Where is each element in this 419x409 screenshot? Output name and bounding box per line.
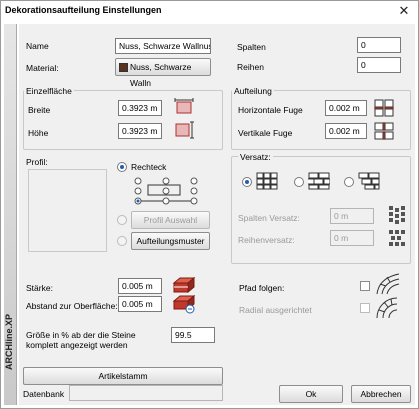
vertikale-fuge-field[interactable]: 0.002 m	[325, 123, 367, 139]
reihen-field[interactable]: 0	[357, 57, 401, 73]
material-value: Nuss, Schwarze Walln	[130, 62, 192, 88]
versatz-row-radio[interactable]	[294, 177, 304, 187]
name-field[interactable]: Nuss, Schwarze Wallnuss	[115, 38, 211, 54]
reihen-label: Reihen	[237, 62, 264, 72]
height-dimension-icon	[175, 121, 194, 139]
aufteilung-title: Aufteilung	[232, 86, 274, 96]
versatz-group: Versatz: Spalten Versatz: 0 m Reihenvers…	[231, 152, 411, 264]
breite-label: Breite	[28, 105, 51, 115]
close-icon[interactable]: ✕	[396, 3, 412, 19]
hoehe-field[interactable]: 0.3923 m	[118, 123, 162, 139]
column-offset-icon	[389, 206, 405, 224]
staerke-label: Stärke:	[26, 283, 53, 293]
material-button[interactable]: Nuss, Schwarze Walln	[115, 58, 211, 88]
artikelstamm-button[interactable]: Artikelstamm	[23, 367, 223, 385]
breite-field[interactable]: 0.3923 m	[118, 100, 162, 116]
name-label: Name	[26, 41, 49, 51]
horizontal-joint-icon	[374, 99, 394, 117]
abstand-label: Abstand zur Oberfläche:	[26, 301, 118, 311]
grid-aligned-icon	[256, 172, 278, 190]
spalten-versatz-label: Spalten Versatz:	[238, 213, 300, 223]
reihen-versatz-label: Reihenversatz:	[238, 235, 295, 245]
pfad-folgen-checkbox[interactable]	[360, 281, 370, 291]
alignment-grid-icon[interactable]	[132, 177, 200, 205]
pfad-folgen-label: Pfad folgen:	[239, 283, 285, 293]
datenbank-field[interactable]	[69, 385, 223, 401]
aufteilung-group: Aufteilung Horizontale Fuge 0.002 m Vert…	[231, 86, 411, 150]
hoehe-label: Höhe	[28, 128, 49, 138]
brick-offset-diagonal-icon	[358, 172, 380, 190]
dialog-body: Name Nuss, Schwarze Wallnuss Material: N…	[19, 24, 415, 405]
cancel-button[interactable]: Abbrechen	[351, 385, 411, 403]
brand-label: ARCHline.XP	[4, 314, 14, 371]
aufteilungsmuster-button[interactable]: Aufteilungsmuster	[131, 232, 210, 250]
brick-offset-row-icon	[308, 172, 330, 190]
radial-label: Radial ausgerichtet	[239, 305, 312, 315]
versatz-diagonal-radio[interactable]	[344, 177, 354, 187]
rechteck-radio[interactable]	[117, 162, 127, 172]
einzelflaeche-group: Einzelfläche Breite 0.3923 m Höhe 0.3923…	[23, 86, 223, 150]
profil-preview	[28, 169, 107, 252]
horizontale-fuge-field[interactable]: 0.002 m	[325, 100, 367, 116]
profil-auswahl-radio[interactable]	[117, 215, 127, 225]
brand-strip: ARCHline.XP	[4, 24, 17, 405]
spalten-label: Spalten	[237, 42, 266, 52]
width-dimension-icon	[174, 98, 194, 114]
groesse-label: Größe in % ab der die Steine komplett an…	[26, 330, 136, 350]
window-title: Dekorationsaufteilung Einstellungen	[5, 5, 162, 15]
dialog-window: Dekorationsaufteilung Einstellungen ✕ AR…	[0, 0, 419, 409]
ok-button[interactable]: Ok	[279, 385, 343, 403]
abstand-field[interactable]: 0.005 m	[118, 296, 162, 312]
material-swatch-icon	[119, 63, 128, 72]
spalten-versatz-field[interactable]: 0 m	[330, 208, 374, 224]
datenbank-label: Datenbank	[23, 389, 65, 399]
vertical-joint-icon	[374, 122, 394, 140]
groesse-field[interactable]: 99.5	[171, 327, 215, 343]
material-label: Material:	[26, 63, 59, 73]
row-offset-icon	[389, 230, 405, 246]
radial-align-icon	[376, 297, 398, 319]
vertikale-fuge-label: Vertikale Fuge	[238, 128, 293, 138]
spalten-field[interactable]: 0	[357, 37, 401, 53]
aufteilungsmuster-radio[interactable]	[117, 236, 127, 246]
reihen-versatz-field[interactable]: 0 m	[330, 230, 374, 246]
versatz-none-radio[interactable]	[242, 177, 252, 187]
radial-checkbox[interactable]	[360, 303, 370, 313]
versatz-title: Versatz:	[238, 152, 273, 162]
rechteck-label: Rechteck	[131, 162, 167, 172]
profil-label: Profil:	[26, 157, 48, 167]
surface-distance-icon	[172, 294, 196, 314]
brick-thickness-icon	[172, 276, 196, 294]
profil-auswahl-button[interactable]: Profil Auswahl	[131, 211, 210, 229]
horizontale-fuge-label: Horizontale Fuge	[238, 105, 303, 115]
einzelflaeche-title: Einzelfläche	[24, 86, 74, 96]
staerke-field[interactable]: 0.005 m	[118, 278, 162, 294]
title-bar: Dekorationsaufteilung Einstellungen ✕	[1, 1, 418, 21]
path-follow-icon	[376, 273, 400, 295]
